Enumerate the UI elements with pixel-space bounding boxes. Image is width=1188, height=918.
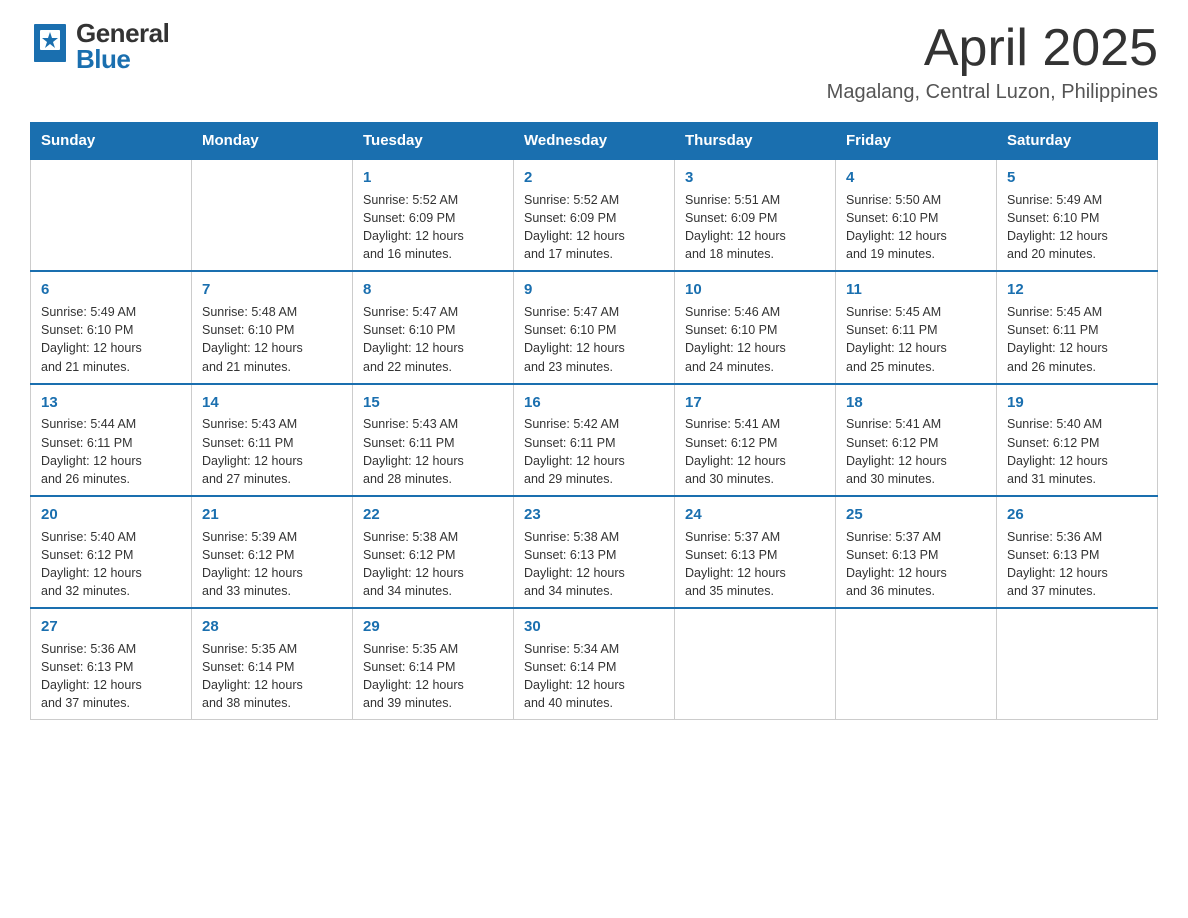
day-number: 20 xyxy=(41,504,181,526)
day-number: 6 xyxy=(41,279,181,301)
weekday-header: Saturday xyxy=(997,123,1158,160)
day-number: 12 xyxy=(1007,279,1147,301)
calendar-table: SundayMondayTuesdayWednesdayThursdayFrid… xyxy=(30,122,1158,720)
calendar-week-row: 13Sunrise: 5:44 AMSunset: 6:11 PMDayligh… xyxy=(31,384,1158,496)
logo-text-block: General Blue xyxy=(76,20,169,72)
day-number: 29 xyxy=(363,616,503,638)
logo-icon xyxy=(30,22,70,70)
logo-general-text: General xyxy=(76,20,169,46)
calendar-cell xyxy=(192,159,353,271)
day-number: 5 xyxy=(1007,167,1147,189)
calendar-cell: 28Sunrise: 5:35 AMSunset: 6:14 PMDayligh… xyxy=(192,608,353,720)
calendar-week-row: 20Sunrise: 5:40 AMSunset: 6:12 PMDayligh… xyxy=(31,496,1158,608)
day-number: 4 xyxy=(846,167,986,189)
calendar-cell: 3Sunrise: 5:51 AMSunset: 6:09 PMDaylight… xyxy=(675,159,836,271)
day-number: 16 xyxy=(524,392,664,414)
weekday-header: Monday xyxy=(192,123,353,160)
calendar-cell: 22Sunrise: 5:38 AMSunset: 6:12 PMDayligh… xyxy=(353,496,514,608)
weekday-header: Friday xyxy=(836,123,997,160)
calendar-week-row: 1Sunrise: 5:52 AMSunset: 6:09 PMDaylight… xyxy=(31,159,1158,271)
day-number: 15 xyxy=(363,392,503,414)
day-number: 13 xyxy=(41,392,181,414)
calendar-cell: 25Sunrise: 5:37 AMSunset: 6:13 PMDayligh… xyxy=(836,496,997,608)
day-number: 18 xyxy=(846,392,986,414)
calendar-cell xyxy=(997,608,1158,720)
calendar-cell: 15Sunrise: 5:43 AMSunset: 6:11 PMDayligh… xyxy=(353,384,514,496)
calendar-cell: 11Sunrise: 5:45 AMSunset: 6:11 PMDayligh… xyxy=(836,271,997,383)
day-number: 14 xyxy=(202,392,342,414)
day-number: 23 xyxy=(524,504,664,526)
calendar-cell: 19Sunrise: 5:40 AMSunset: 6:12 PMDayligh… xyxy=(997,384,1158,496)
calendar-cell: 4Sunrise: 5:50 AMSunset: 6:10 PMDaylight… xyxy=(836,159,997,271)
calendar-cell: 29Sunrise: 5:35 AMSunset: 6:14 PMDayligh… xyxy=(353,608,514,720)
calendar-cell: 9Sunrise: 5:47 AMSunset: 6:10 PMDaylight… xyxy=(514,271,675,383)
weekday-header: Sunday xyxy=(31,123,192,160)
month-title: April 2025 xyxy=(827,20,1158,77)
weekday-header: Thursday xyxy=(675,123,836,160)
day-number: 2 xyxy=(524,167,664,189)
calendar-cell xyxy=(836,608,997,720)
day-number: 22 xyxy=(363,504,503,526)
day-number: 24 xyxy=(685,504,825,526)
day-number: 26 xyxy=(1007,504,1147,526)
calendar-cell: 23Sunrise: 5:38 AMSunset: 6:13 PMDayligh… xyxy=(514,496,675,608)
logo-blue-text: Blue xyxy=(76,46,169,72)
calendar-cell: 20Sunrise: 5:40 AMSunset: 6:12 PMDayligh… xyxy=(31,496,192,608)
day-number: 8 xyxy=(363,279,503,301)
calendar-cell: 17Sunrise: 5:41 AMSunset: 6:12 PMDayligh… xyxy=(675,384,836,496)
calendar-week-row: 27Sunrise: 5:36 AMSunset: 6:13 PMDayligh… xyxy=(31,608,1158,720)
day-number: 19 xyxy=(1007,392,1147,414)
calendar-cell: 7Sunrise: 5:48 AMSunset: 6:10 PMDaylight… xyxy=(192,271,353,383)
calendar-cell: 13Sunrise: 5:44 AMSunset: 6:11 PMDayligh… xyxy=(31,384,192,496)
calendar-cell xyxy=(675,608,836,720)
calendar-cell: 1Sunrise: 5:52 AMSunset: 6:09 PMDaylight… xyxy=(353,159,514,271)
day-number: 17 xyxy=(685,392,825,414)
calendar-cell: 2Sunrise: 5:52 AMSunset: 6:09 PMDaylight… xyxy=(514,159,675,271)
location-subtitle: Magalang, Central Luzon, Philippines xyxy=(827,81,1158,104)
calendar-cell: 5Sunrise: 5:49 AMSunset: 6:10 PMDaylight… xyxy=(997,159,1158,271)
day-number: 21 xyxy=(202,504,342,526)
logo: General Blue xyxy=(30,20,169,72)
day-number: 9 xyxy=(524,279,664,301)
calendar-cell: 8Sunrise: 5:47 AMSunset: 6:10 PMDaylight… xyxy=(353,271,514,383)
calendar-cell: 12Sunrise: 5:45 AMSunset: 6:11 PMDayligh… xyxy=(997,271,1158,383)
day-number: 7 xyxy=(202,279,342,301)
day-number: 11 xyxy=(846,279,986,301)
page-header: General Blue April 2025 Magalang, Centra… xyxy=(30,20,1158,104)
calendar-cell: 14Sunrise: 5:43 AMSunset: 6:11 PMDayligh… xyxy=(192,384,353,496)
calendar-cell: 18Sunrise: 5:41 AMSunset: 6:12 PMDayligh… xyxy=(836,384,997,496)
day-number: 10 xyxy=(685,279,825,301)
calendar-cell: 24Sunrise: 5:37 AMSunset: 6:13 PMDayligh… xyxy=(675,496,836,608)
weekday-header: Tuesday xyxy=(353,123,514,160)
day-number: 3 xyxy=(685,167,825,189)
calendar-cell xyxy=(31,159,192,271)
calendar-cell: 16Sunrise: 5:42 AMSunset: 6:11 PMDayligh… xyxy=(514,384,675,496)
day-number: 1 xyxy=(363,167,503,189)
calendar-week-row: 6Sunrise: 5:49 AMSunset: 6:10 PMDaylight… xyxy=(31,271,1158,383)
day-number: 30 xyxy=(524,616,664,638)
calendar-cell: 21Sunrise: 5:39 AMSunset: 6:12 PMDayligh… xyxy=(192,496,353,608)
title-block: April 2025 Magalang, Central Luzon, Phil… xyxy=(827,20,1158,104)
calendar-cell: 6Sunrise: 5:49 AMSunset: 6:10 PMDaylight… xyxy=(31,271,192,383)
weekday-header: Wednesday xyxy=(514,123,675,160)
calendar-cell: 10Sunrise: 5:46 AMSunset: 6:10 PMDayligh… xyxy=(675,271,836,383)
calendar-cell: 26Sunrise: 5:36 AMSunset: 6:13 PMDayligh… xyxy=(997,496,1158,608)
calendar-cell: 27Sunrise: 5:36 AMSunset: 6:13 PMDayligh… xyxy=(31,608,192,720)
calendar-cell: 30Sunrise: 5:34 AMSunset: 6:14 PMDayligh… xyxy=(514,608,675,720)
weekday-header-row: SundayMondayTuesdayWednesdayThursdayFrid… xyxy=(31,123,1158,160)
day-number: 25 xyxy=(846,504,986,526)
day-number: 28 xyxy=(202,616,342,638)
day-number: 27 xyxy=(41,616,181,638)
